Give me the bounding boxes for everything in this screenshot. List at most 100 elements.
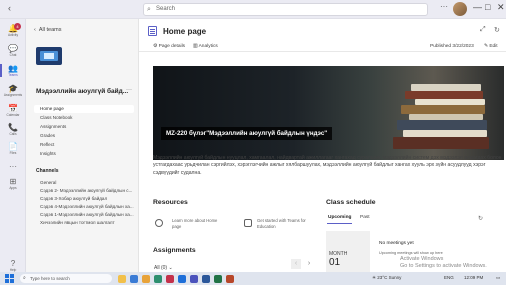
title-bar: ‹ ⌕ Search ··· — □ ✕: [0, 0, 506, 19]
previous-button[interactable]: ‹: [291, 259, 301, 269]
nav-item-reflect[interactable]: Reflect: [34, 141, 134, 149]
rail-label: Calls: [9, 132, 17, 136]
home-page-content: Home page ⤢ ↻ ⚙ Page details ▥ Analytics…: [139, 19, 506, 272]
refresh-icon[interactable]: ↻: [494, 26, 500, 34]
app-icon[interactable]: [154, 275, 162, 283]
assignments-heading: Assignments: [153, 247, 196, 254]
assignments-filter-dropdown[interactable]: All (0) ⌄: [154, 265, 173, 271]
tab-page-details[interactable]: ⚙ Page details: [153, 44, 185, 49]
all-teams-label: All teams: [38, 27, 62, 33]
book-stack-shape: [403, 130, 487, 137]
rail-more[interactable]: ···: [0, 162, 26, 171]
channel-item[interactable]: Хичээлийн явцын тогтмол шалгалт: [34, 219, 134, 227]
team-more-icon[interactable]: ···: [126, 87, 132, 93]
rail-label: Calendar: [6, 113, 20, 117]
phone-icon: 📞: [8, 123, 18, 132]
maximize-button[interactable]: □: [485, 2, 490, 12]
assignments-icon: 🎓: [8, 84, 18, 93]
rail-files[interactable]: 📄 Files: [0, 142, 26, 155]
team-navigation: ‹ All teams Мэдээллийн аюулгүй байд... ·…: [26, 19, 139, 272]
channel-item[interactable]: Сэдэв 4-Мэдээллийн аюулгүй байдлын ха...: [34, 203, 134, 211]
rail-calls[interactable]: 📞 Calls: [0, 123, 26, 136]
notifications-icon[interactable]: ▭: [496, 275, 500, 281]
channel-item[interactable]: General: [34, 179, 134, 187]
language-indicator[interactable]: ENG: [444, 275, 454, 280]
rail-help[interactable]: ? Help: [0, 259, 26, 272]
taskbar: Type here to search ⌕ ☀ 23°C Sunny ENG 1…: [0, 272, 506, 285]
app-icon[interactable]: [202, 275, 210, 283]
rail-label: Activity: [7, 33, 19, 37]
tab-upcoming[interactable]: Upcoming: [328, 215, 351, 220]
book-stack-shape: [405, 91, 483, 99]
close-button[interactable]: ✕: [497, 2, 505, 13]
app-icon[interactable]: [214, 275, 222, 283]
book-stack-shape: [397, 120, 487, 130]
windows-start-icon[interactable]: [5, 274, 14, 283]
nav-item-insights[interactable]: Insights: [34, 150, 134, 158]
tab-past[interactable]: Past: [360, 215, 370, 220]
nav-item-class-notebook[interactable]: Class Notebook: [34, 114, 134, 122]
book-stack-shape: [401, 105, 485, 114]
rail-assignments[interactable]: 🎓 Assignments: [0, 84, 26, 97]
edit-label: Edit: [489, 44, 498, 49]
all-teams-link[interactable]: ‹ All teams: [34, 27, 62, 33]
nav-item-assignments[interactable]: Assignments: [34, 123, 134, 131]
expand-icon[interactable]: ⤢: [480, 26, 486, 34]
chat-icon: 💬: [8, 44, 18, 53]
search-input[interactable]: ⌕ Search: [143, 3, 428, 16]
avatar[interactable]: [453, 2, 467, 16]
published-date: Published 3/22/2023: [430, 44, 474, 49]
channel-item[interactable]: Сэдэв 3-Хобар аюулгүй байдал: [34, 195, 134, 203]
app-icon[interactable]: [118, 275, 126, 283]
rail-label: Assignments: [3, 93, 23, 97]
more-options-icon[interactable]: ···: [440, 2, 448, 11]
rail-calendar[interactable]: 📅 Calendar: [0, 104, 26, 117]
edit-button[interactable]: ✎ Edit: [484, 44, 498, 49]
resources-heading: Resources: [153, 199, 188, 206]
team-name[interactable]: Мэдээллийн аюулгүй байд...: [36, 88, 128, 95]
search-icon: ⌕: [147, 6, 151, 13]
tab-label: Page details: [158, 44, 186, 49]
folder-icon[interactable]: [142, 275, 150, 283]
calendar-icon: 📅: [8, 104, 18, 113]
rail-label: Chat: [9, 53, 17, 57]
taskbar-search-input[interactable]: Type here to search: [20, 274, 112, 283]
rail-teams[interactable]: 👥 Teams: [0, 64, 26, 77]
channel-item[interactable]: Сэдэв 2- Мэдээллийн аюулгүй байдлын с...: [34, 187, 134, 195]
banner-image: MZ-220 бүлэг"Мэдээллийн аюулгүй байдлын …: [153, 66, 504, 160]
teams-icon: 👥: [8, 64, 18, 73]
rail-activity[interactable]: 🔔 Activity 4: [0, 23, 26, 37]
teams-app-icon[interactable]: [190, 275, 198, 283]
activate-windows-watermark: Activate Windows Go to Settings to activ…: [400, 256, 487, 270]
tab-analytics[interactable]: ▥ Analytics: [193, 44, 218, 49]
rail-apps[interactable]: ⊞ Apps: [0, 177, 26, 190]
minimize-button[interactable]: —: [473, 2, 482, 12]
refresh-icon[interactable]: ↻: [478, 215, 483, 222]
chat-icon[interactable]: [244, 219, 252, 227]
rail-label: Apps: [9, 186, 17, 190]
weather-widget[interactable]: ☀ 23°C Sunny: [372, 275, 401, 281]
resource-link-home-page[interactable]: Learn more about Home page: [172, 218, 224, 230]
app-icon[interactable]: [166, 275, 174, 283]
resource-link-teams-education[interactable]: Get started with Teams for Education: [257, 218, 309, 230]
info-icon[interactable]: [155, 219, 163, 227]
active-tab-indicator: [327, 223, 352, 224]
app-icon[interactable]: [226, 275, 234, 283]
page-toolbar: ⚙ Page details ▥ Analytics Published 3/2…: [139, 41, 506, 52]
file-icon: 📄: [8, 142, 18, 151]
app-icon[interactable]: [130, 275, 138, 283]
nav-item-grades[interactable]: Grades: [34, 132, 134, 140]
next-button[interactable]: ›: [304, 259, 314, 269]
back-arrow-icon[interactable]: ‹: [8, 3, 11, 13]
book-stack-shape: [411, 84, 481, 91]
nav-item-home-page[interactable]: Home page: [34, 105, 134, 113]
channel-item[interactable]: Сэдэв 1-Мэдээллийн аюулгүй байдлын ха...: [34, 211, 134, 219]
rail-label: Files: [9, 151, 17, 155]
weather-label: 23°C Sunny: [377, 275, 402, 280]
page-icon: [148, 26, 157, 36]
watermark-line: Activate Windows: [400, 256, 444, 262]
app-icon[interactable]: [178, 275, 186, 283]
clock[interactable]: 12:09 PM: [464, 275, 483, 280]
rail-chat[interactable]: 💬 Chat: [0, 44, 26, 57]
team-logo: [36, 47, 62, 65]
